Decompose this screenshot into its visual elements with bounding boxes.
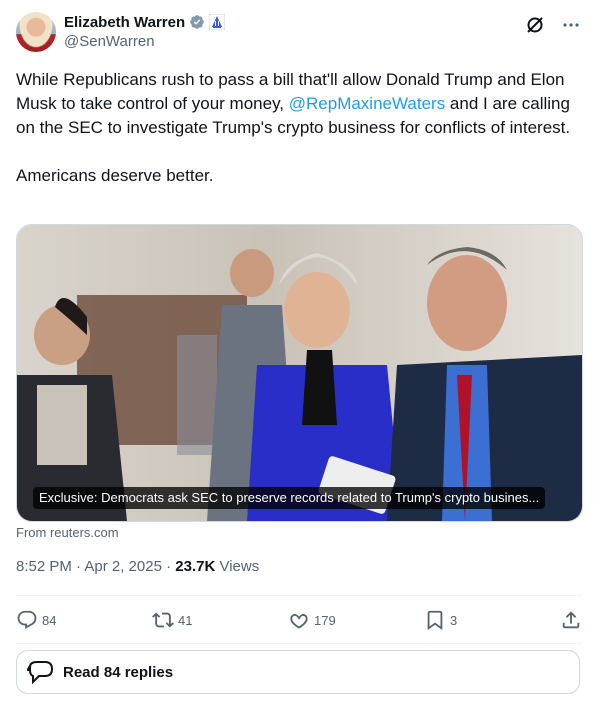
share-icon xyxy=(562,611,580,629)
like-icon xyxy=(290,614,308,629)
bookmark-icon xyxy=(427,610,443,631)
tweet-meta: 8:52 PM · Apr 2, 2025 · 23.7K Views xyxy=(16,558,259,575)
author-handle[interactable]: @SenWarren xyxy=(64,33,155,50)
views-count: 23.7K xyxy=(175,558,216,575)
repost-button[interactable]: 41 xyxy=(152,609,212,631)
reply-button[interactable]: 84 xyxy=(16,609,76,631)
tweet-header: Elizabeth Warren @SenWarren xyxy=(16,12,582,54)
share-button[interactable] xyxy=(560,609,582,631)
read-replies-button[interactable]: Read 84 replies xyxy=(16,650,580,694)
verified-badge-icon[interactable] xyxy=(189,14,205,30)
repost-icon xyxy=(152,612,174,628)
like-count: 179 xyxy=(314,612,336,628)
action-bar: 84 41 179 3 xyxy=(16,596,582,644)
reply-count: 84 xyxy=(42,612,57,628)
divider xyxy=(16,643,582,644)
mention-link[interactable]: @RepMaxineWaters xyxy=(289,94,445,113)
read-replies-label: Read 84 replies xyxy=(63,663,174,681)
bookmark-button[interactable]: 3 xyxy=(424,609,484,631)
views-label: Views xyxy=(215,558,260,575)
card-caption: Exclusive: Democrats ask SEC to preserve… xyxy=(33,487,546,509)
grok-icon[interactable] xyxy=(524,14,546,36)
repost-count: 41 xyxy=(178,612,193,628)
reply-icon xyxy=(17,610,37,629)
bookmark-count: 3 xyxy=(450,612,458,628)
government-badge-icon xyxy=(209,14,226,30)
top-actions xyxy=(524,14,582,36)
author-name[interactable]: Elizabeth Warren xyxy=(64,14,185,31)
card-photo xyxy=(17,225,582,521)
timestamp[interactable]: 8:52 PM · Apr 2, 2025 · xyxy=(16,558,175,575)
chat-bubble-icon xyxy=(27,661,54,685)
like-button[interactable]: 179 xyxy=(288,609,348,631)
avatar[interactable] xyxy=(16,12,56,52)
author-name-row: Elizabeth Warren xyxy=(64,12,226,32)
link-card[interactable]: Exclusive: Democrats ask SEC to preserve… xyxy=(16,224,583,522)
card-source[interactable]: From reuters.com xyxy=(16,525,119,540)
tweet-text: While Republicans rush to pass a bill th… xyxy=(16,68,582,188)
more-icon[interactable] xyxy=(560,14,582,36)
